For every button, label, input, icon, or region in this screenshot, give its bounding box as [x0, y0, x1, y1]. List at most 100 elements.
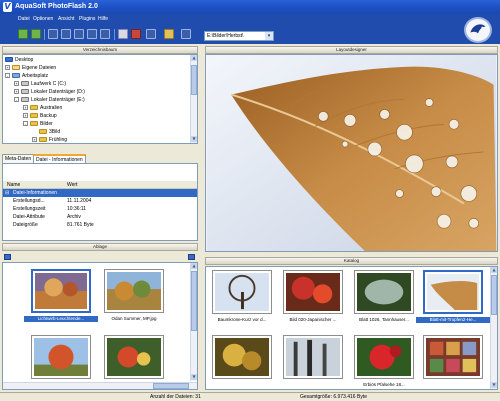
move-icon[interactable]	[61, 29, 71, 39]
menu-optionen[interactable]: Optionen	[33, 16, 53, 23]
rename-icon[interactable]	[74, 29, 84, 39]
collapse-icon[interactable]: -	[5, 73, 10, 78]
chevron-down-icon[interactable]: ▾	[265, 32, 273, 40]
title-bar[interactable]: V AquaSoft PhotoFlash 2.0	[0, 0, 500, 14]
tree-item-drive-e[interactable]: - Lokaler Datenträger (E:)	[14, 97, 85, 104]
menu-datei[interactable]: Datei	[18, 16, 30, 23]
tab-meta-daten[interactable]: Meta-Daten	[2, 154, 35, 163]
slideshow-icon[interactable]	[118, 29, 128, 39]
katalog-thumbnail[interactable]	[212, 335, 272, 379]
properties-icon[interactable]	[100, 29, 110, 39]
tree-item-3bild[interactable]: 3Bild	[39, 129, 60, 136]
katalog-caption[interactable]: Erbiös Pfalsehe 18...	[347, 382, 421, 388]
tree-item-australien[interactable]: + Australien	[23, 105, 62, 112]
ablage-thumbnail[interactable]	[31, 335, 91, 379]
tree-scrollbar[interactable]: ▲ ▼	[190, 55, 197, 143]
tree-item-backup[interactable]: + Backup	[23, 113, 57, 120]
folder-icon	[39, 129, 47, 134]
katalog-caption[interactable]: Blatt 1026, Tannhauser...	[347, 317, 421, 323]
katalog-thumbnail[interactable]	[283, 270, 343, 314]
tree-item-drive-c[interactable]: + Laufwerk C (C:)	[14, 81, 66, 88]
view-icon[interactable]	[146, 29, 156, 39]
collapse-icon[interactable]: -	[14, 97, 19, 102]
column-name[interactable]: Name	[7, 182, 20, 188]
katalog-caption[interactable]: Bild 020-Japanischer ...	[276, 317, 350, 323]
tree-item-eigene-dateien[interactable]: + Eigene Dateien	[5, 65, 56, 72]
menu-ansicht[interactable]: Ansicht	[58, 16, 74, 23]
expand-icon[interactable]: +	[23, 105, 28, 110]
table-row[interactable]: Dateigröße 81.761 Byte	[3, 221, 197, 229]
menu-bar: Datei Optionen Ansicht Plugins Hilfe	[0, 14, 500, 25]
delete-icon[interactable]	[87, 29, 97, 39]
refresh-icon[interactable]	[181, 29, 191, 39]
expand-icon[interactable]: +	[14, 89, 19, 94]
katalog-thumbnail[interactable]	[354, 335, 414, 379]
meta-table: Name Wert ⊟ Datei-Informationen Erstellu…	[2, 163, 198, 241]
ablage-thumbnail[interactable]	[104, 335, 164, 379]
tree-item-arbeitsplatz[interactable]: - Arbeitsplatz	[5, 73, 48, 80]
computer-icon	[12, 73, 20, 78]
table-row[interactable]: Datei-Attribute Archiv	[3, 213, 197, 221]
scroll-down-icon[interactable]: ▼	[191, 136, 197, 142]
clear-icon[interactable]	[188, 254, 195, 260]
scroll-thumb[interactable]	[491, 275, 497, 315]
ablage-scrollbar[interactable]: ▲ ▼	[190, 263, 197, 381]
scroll-down-icon[interactable]: ▼	[191, 374, 197, 380]
scroll-up-icon[interactable]: ▲	[191, 263, 197, 269]
scroll-thumb[interactable]	[191, 271, 197, 331]
path-value: E:\Bilder\Herbst\	[207, 33, 244, 39]
katalog-caption[interactable]: Blatt-mit-Tropfen2-He...	[416, 317, 490, 323]
ablage-thumbnail[interactable]	[104, 269, 164, 313]
expand-icon[interactable]: +	[32, 137, 37, 142]
path-combo[interactable]: E:\Bilder\Herbst\ ▾	[204, 31, 274, 41]
katalog-thumbnail[interactable]	[283, 335, 343, 379]
leaf-with-drops-image	[206, 55, 497, 251]
collapse-icon[interactable]: ⊟	[5, 189, 9, 197]
tree-item-drive-d[interactable]: + Lokaler Datenträger (D:)	[14, 89, 85, 96]
folder-up-icon[interactable]	[164, 29, 174, 39]
vertical-splitter[interactable]	[200, 44, 204, 392]
katalog-thumbnail[interactable]	[423, 335, 483, 379]
scroll-up-icon[interactable]: ▲	[491, 267, 497, 273]
folder-icon	[30, 105, 38, 110]
aquasoft-logo-icon	[464, 17, 492, 43]
ablage-horizontal-scrollbar[interactable]	[3, 382, 197, 389]
tab-datei-informationen[interactable]: Datei - Informationen	[33, 154, 86, 163]
print-icon[interactable]	[131, 29, 141, 39]
ablage-caption[interactable]: Odan Summer, MP.jpg	[97, 316, 171, 322]
add-icon[interactable]	[4, 254, 11, 260]
ablage-panel-header: Ablage	[2, 243, 198, 251]
ablage-thumbnail[interactable]	[31, 269, 91, 313]
expand-icon[interactable]: +	[14, 81, 19, 86]
expand-icon[interactable]: +	[23, 113, 28, 118]
katalog-scrollbar[interactable]: ▲ ▼	[490, 267, 497, 389]
save-icon[interactable]	[31, 29, 41, 39]
ablage-caption[interactable]: Lichtwirb-Leuchtende...	[24, 316, 98, 322]
expand-icon[interactable]: +	[5, 65, 10, 70]
menu-plugins[interactable]: Plugins	[79, 16, 95, 23]
column-wert[interactable]: Wert	[67, 182, 77, 188]
collapse-icon[interactable]: -	[23, 121, 28, 126]
scroll-down-icon[interactable]: ▼	[491, 382, 497, 388]
copy-icon[interactable]	[48, 29, 58, 39]
menu-hilfe[interactable]: Hilfe	[98, 16, 108, 23]
table-row[interactable]: ⊟ Datei-Informationen	[3, 189, 197, 197]
table-row[interactable]: Erstellungszeit 10:36:11	[3, 205, 197, 213]
katalog-thumbnail[interactable]	[212, 270, 272, 314]
tree-item-bilder[interactable]: - Bilder	[23, 121, 53, 128]
scroll-up-icon[interactable]: ▲	[191, 55, 197, 61]
app-window: V AquaSoft PhotoFlash 2.0 Datei Optionen…	[0, 0, 500, 401]
katalog-thumbnail[interactable]	[354, 270, 414, 314]
scroll-thumb[interactable]	[191, 65, 197, 95]
tree-item-desktop[interactable]: Desktop	[5, 57, 33, 64]
katalog-thumbnail[interactable]	[423, 270, 483, 314]
tree-item-fruehling[interactable]: + Frühling	[32, 137, 67, 143]
meta-table-header: Name Wert	[3, 181, 197, 189]
tree-panel-header: Verzeichnisbaum	[2, 46, 198, 54]
documents-icon	[12, 65, 20, 70]
katalog-caption[interactable]: Baumkrone-Kurz vor d...	[206, 317, 279, 323]
table-row[interactable]: Erstellungsd... 11.11.2004	[3, 197, 197, 205]
app-icon: V	[3, 2, 12, 12]
scroll-thumb[interactable]	[153, 383, 189, 389]
open-icon[interactable]	[18, 29, 28, 39]
